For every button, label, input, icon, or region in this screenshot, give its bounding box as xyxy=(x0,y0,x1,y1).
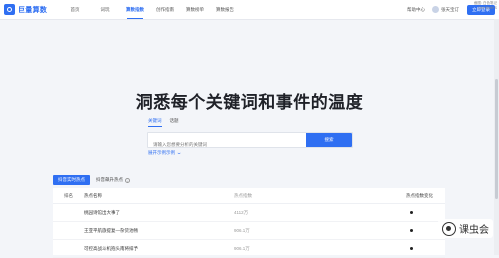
tab-keyword[interactable]: 关键词 xyxy=(148,118,162,127)
tab-rising-hot-label: 抖音飙升热点 xyxy=(96,177,123,182)
scrollbar-thumb[interactable] xyxy=(495,79,498,199)
examples-label: 展开示例示例 xyxy=(148,150,175,155)
info-icon[interactable]: i xyxy=(125,177,130,184)
screenshot-hint-line2: Ctrl+Shift+S xyxy=(478,5,497,10)
search-type-tabs: 关键词 话题 xyxy=(148,118,179,127)
logo-text: 巨量算数 xyxy=(18,6,48,14)
examples-toggle[interactable]: 展开示例示例 ⌄ xyxy=(148,150,183,156)
chevron-down-icon: ⌄ xyxy=(176,150,183,156)
search-input[interactable] xyxy=(148,138,303,151)
nav-item-creation[interactable]: 创作指南 xyxy=(150,0,180,19)
row-index: 906.1万 xyxy=(234,245,250,251)
watermark-text: 课虫会 xyxy=(459,225,489,236)
watermark: 课虫会 xyxy=(438,219,493,238)
user-name: 张天宝订 xyxy=(441,6,459,12)
header-rank: 排名 xyxy=(64,192,73,198)
table-row[interactable]: 可控高战斗机抱头南将排予 906.1万 xyxy=(53,240,445,258)
trend-dot-icon xyxy=(410,229,413,232)
trend-dot-icon xyxy=(410,247,413,250)
header-trend: 热点指数变化 xyxy=(406,192,433,198)
main-nav: 首页 词玩 算数指数 创作指南 算数榜单 算数报告 xyxy=(60,0,240,19)
logo-icon xyxy=(4,4,15,15)
row-name[interactable]: 桃园诗馆出大事了 xyxy=(84,210,232,216)
nav-item-reports[interactable]: 算数报告 xyxy=(210,0,240,19)
row-trend xyxy=(329,228,445,233)
logo[interactable]: 巨量算数 xyxy=(4,4,47,15)
help-center-link[interactable]: 帮助中心 xyxy=(407,7,425,13)
nav-item-ranking[interactable]: 算数榜单 xyxy=(180,0,210,19)
user-menu[interactable]: 张天宝订 xyxy=(432,6,459,13)
header-index: 热点指数 xyxy=(234,192,252,198)
search-box: 搜索 xyxy=(147,132,353,151)
table-header: 排名 热点名称 热点指数 热点指数变化 xyxy=(53,188,445,204)
search-button[interactable]: 搜索 xyxy=(306,133,352,147)
table-row[interactable]: 桃园诗馆出大事了 4112万 xyxy=(53,204,445,222)
screenshot-hint-line1: 截图: 白色笔记 xyxy=(474,1,497,5)
trend-dot-icon xyxy=(410,211,413,214)
row-name[interactable]: 可控高战斗机抱头南将排予 xyxy=(84,246,232,252)
row-index: 906.1万 xyxy=(234,227,250,233)
top-navigation-bar: 巨量算数 首页 词玩 算数指数 创作指南 算数榜单 算数报告 帮助中心 张天宝订… xyxy=(0,0,499,20)
nav-item-index[interactable]: 算数指数 xyxy=(120,0,150,19)
tab-topic[interactable]: 话题 xyxy=(170,118,179,127)
row-trend xyxy=(329,246,445,251)
avatar xyxy=(432,6,439,13)
table-row[interactable]: 王亚平航旅提复—杂货池畅 906.1万 xyxy=(53,222,445,240)
hot-list-tabs: 抖音实时热点 抖音飙升热点 i xyxy=(53,175,130,185)
hot-table: 排名 热点名称 热点指数 热点指数变化 桃园诗馆出大事了 4112万 王亚平航旅… xyxy=(53,188,445,258)
wechat-icon xyxy=(442,221,456,236)
tab-realtime-hot[interactable]: 抖音实时热点 xyxy=(53,175,90,185)
tab-rising-hot[interactable]: 抖音飙升热点 i xyxy=(96,175,130,185)
screenshot-hint: 截图: 白色笔记 Ctrl+Shift+S xyxy=(474,1,497,10)
nav-item-words[interactable]: 词玩 xyxy=(90,0,120,19)
row-index: 4112万 xyxy=(234,209,249,215)
header-name: 热点名称 xyxy=(84,192,102,198)
nav-item-home[interactable]: 首页 xyxy=(60,0,90,19)
page-title: 洞悉每个关键词和事件的温度 xyxy=(135,93,364,112)
row-name[interactable]: 王亚平航旅提复—杂货池畅 xyxy=(84,228,232,234)
page-scrollbar[interactable] xyxy=(494,19,499,255)
row-trend xyxy=(329,210,445,215)
